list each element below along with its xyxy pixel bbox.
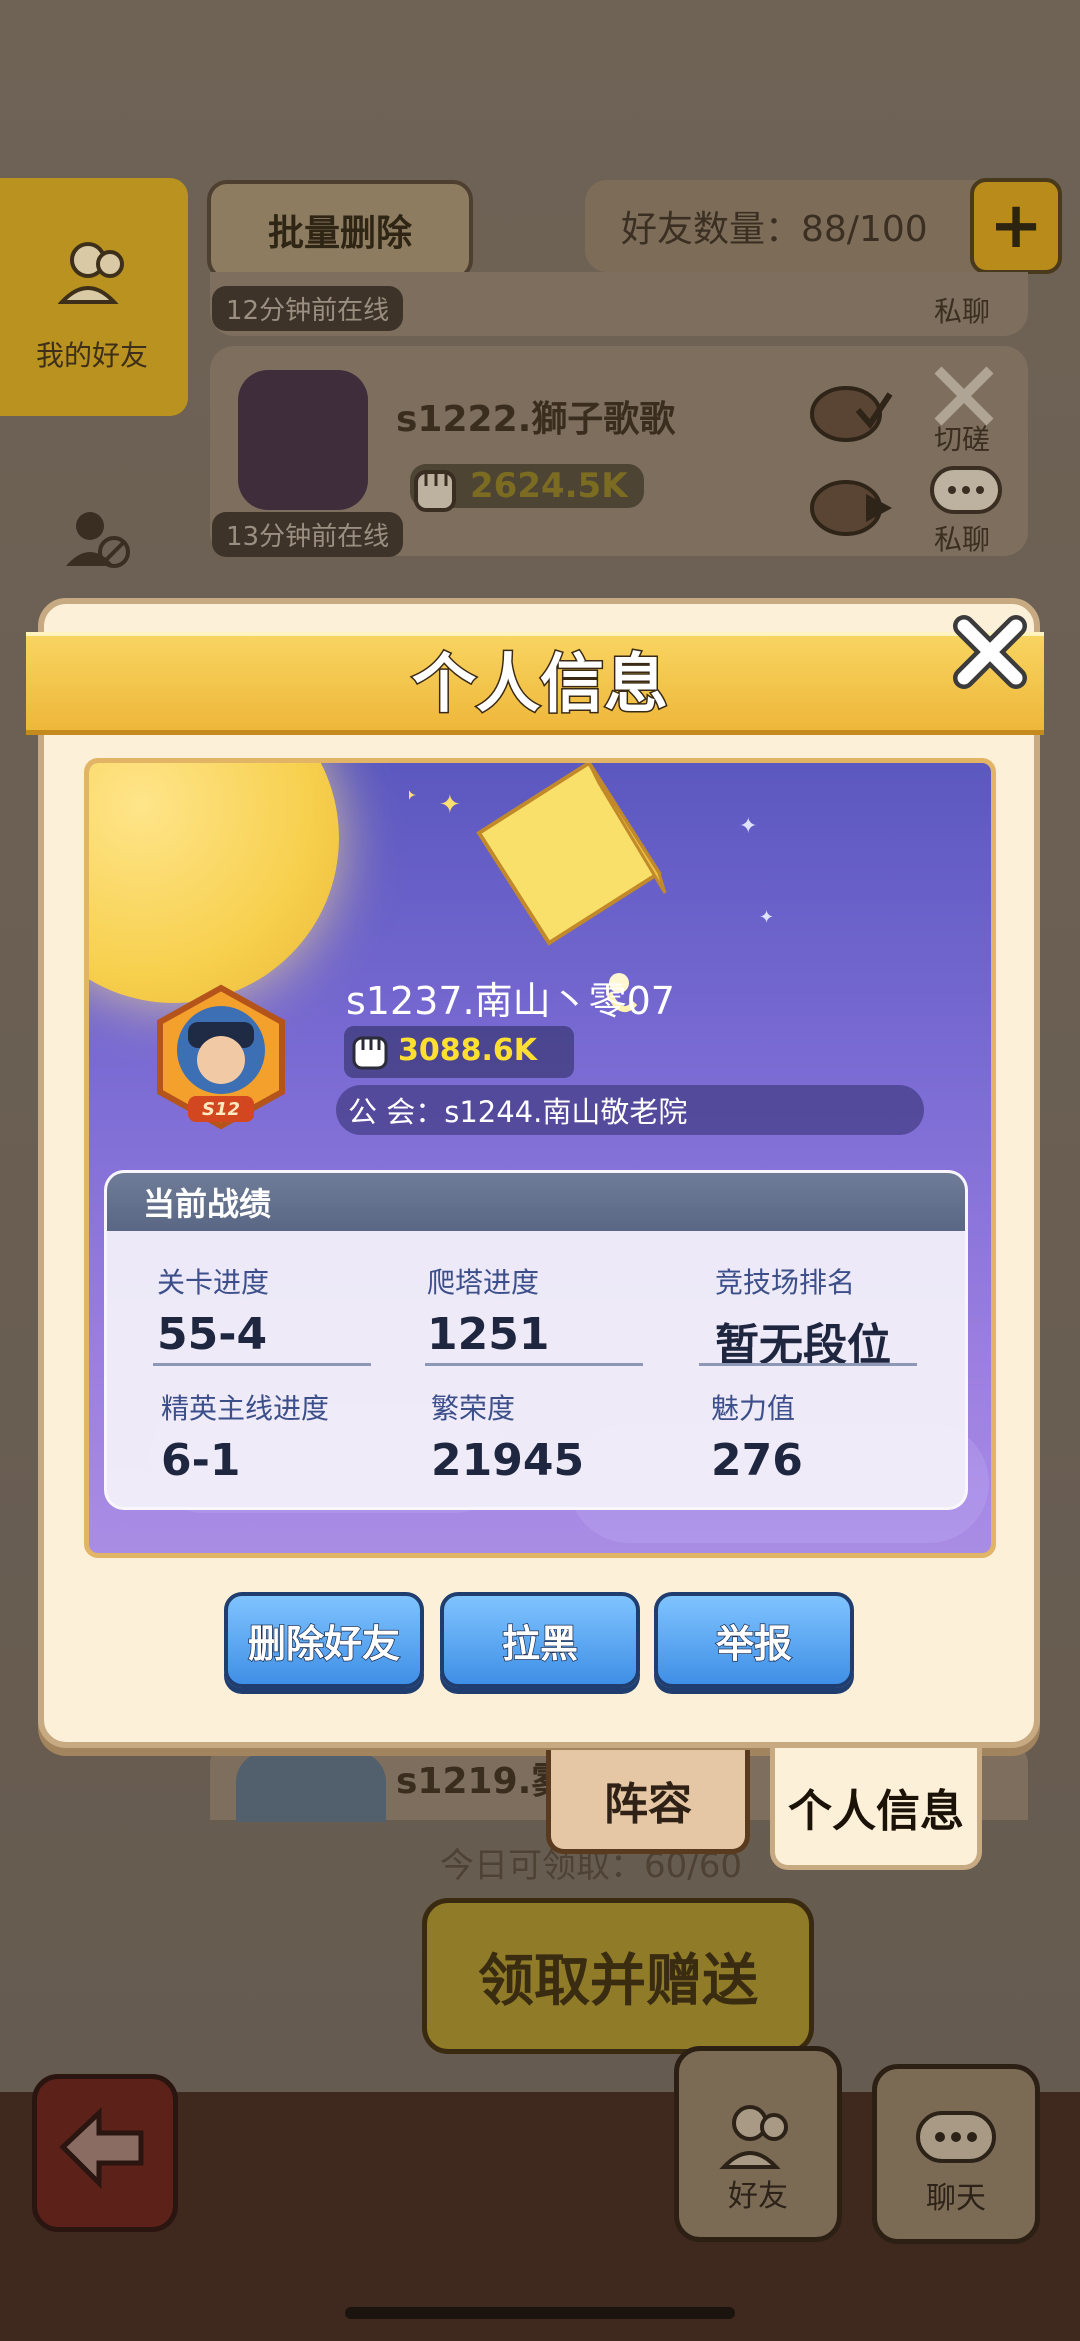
player-guild[interactable]: 公 会：s1244.南山敬老院 — [336, 1085, 924, 1135]
chat-bubble-icon[interactable] — [928, 464, 1004, 522]
tab-personal-info[interactable]: 个人信息 — [770, 1748, 982, 1870]
stat-value: 55-4 — [157, 1309, 268, 1360]
friend-avatar — [238, 370, 368, 510]
stat-charm: 魅力值 276 — [711, 1387, 931, 1486]
nav-chat-label: 聊天 — [926, 2181, 986, 2216]
stat-label: 竞技场排名 — [715, 1266, 856, 1299]
close-button[interactable] — [944, 606, 1036, 698]
player-avatar[interactable]: S12 — [146, 982, 296, 1132]
stat-tower-progress: 爬塔进度 1251 — [427, 1261, 647, 1360]
friend-count-label: 好友数量：88/100 — [585, 180, 1015, 272]
svg-text:✦: ✦ — [439, 790, 461, 820]
server-badge: S12 — [201, 1098, 240, 1120]
back-arrow-icon — [59, 2107, 144, 2190]
stat-divider — [425, 1363, 643, 1366]
add-friend-button[interactable]: + — [970, 178, 1062, 274]
svg-text:✦: ✦ — [739, 814, 757, 839]
friend-chat-label[interactable]: 私聊 — [934, 518, 990, 558]
sidebar-label-my-friends: 我的好友 — [36, 339, 149, 372]
player-name: s1237.南山丶零07 — [346, 979, 675, 1023]
friend-name: s1222.獅子歌歌 — [396, 399, 676, 440]
stat-value: 21945 — [431, 1435, 585, 1486]
friends-icon — [58, 242, 124, 304]
stat-divider — [153, 1363, 371, 1366]
nav-chat-button[interactable]: 聊天 — [872, 2064, 1040, 2244]
svg-text:✦: ✦ — [409, 784, 417, 809]
stat-label: 精英主线进度 — [161, 1392, 330, 1425]
gift-stamina-icon[interactable] — [806, 464, 896, 544]
nav-friends-label: 好友 — [728, 2179, 788, 2214]
stat-label: 关卡进度 — [157, 1266, 270, 1299]
friend-online-status: 12分钟前在线 — [212, 286, 404, 331]
friends-icon — [719, 2105, 788, 2169]
stat-value: 1251 — [427, 1309, 550, 1360]
nav-friends-button[interactable]: 好友 — [674, 2046, 842, 2242]
bulk-delete-button[interactable]: 批量删除 — [207, 180, 473, 280]
stat-value: 6-1 — [161, 1435, 241, 1486]
stat-elite-progress: 精英主线进度 6-1 — [161, 1387, 381, 1486]
stat-prosperity: 繁荣度 21945 — [431, 1387, 651, 1486]
moon-decoration — [89, 763, 339, 1003]
home-indicator — [345, 2307, 735, 2319]
fist-icon — [352, 1036, 388, 1070]
player-power: 3088.6K — [398, 1033, 538, 1068]
spar-label[interactable]: 切磋 — [934, 418, 990, 458]
stat-label: 爬塔进度 — [427, 1266, 540, 1299]
stat-value: 276 — [711, 1435, 803, 1486]
chat-bubble-icon — [916, 2111, 996, 2163]
blocked-users-icon[interactable] — [64, 506, 134, 572]
friend-name: s1219.雾 — [396, 1761, 568, 1802]
stats-card: 当前战绩 关卡进度 55-4 爬塔进度 1251 竞技场排名 暂无段位 精英主线… — [104, 1170, 968, 1510]
back-button[interactable] — [32, 2074, 178, 2232]
fist-icon — [414, 470, 456, 512]
stat-arena-rank: 竞技场排名 暂无段位 — [715, 1261, 935, 1373]
tab-lineup[interactable]: 阵容 — [546, 1750, 750, 1854]
delete-friend-button[interactable]: 删除好友 — [224, 1592, 424, 1688]
stat-label: 繁荣度 — [431, 1392, 516, 1425]
stats-header: 当前战绩 — [107, 1173, 965, 1231]
friend-online-status: 13分钟前在线 — [212, 512, 404, 557]
friend-chat-label[interactable]: 私聊 — [934, 290, 990, 330]
svg-text:✦: ✦ — [759, 907, 774, 928]
stat-divider — [699, 1363, 917, 1366]
claim-and-send-button[interactable]: 领取并赠送 — [422, 1898, 814, 2054]
close-icon — [953, 615, 1027, 689]
modal-title: 个人信息 — [411, 647, 670, 724]
stat-label: 魅力值 — [711, 1392, 796, 1425]
block-button[interactable]: 拉黑 — [440, 1592, 640, 1688]
friend-avatar — [236, 1752, 386, 1822]
gift-stamina-icon[interactable] — [806, 370, 896, 450]
report-button[interactable]: 举报 — [654, 1592, 854, 1688]
stat-stage-progress: 关卡进度 55-4 — [157, 1261, 377, 1360]
